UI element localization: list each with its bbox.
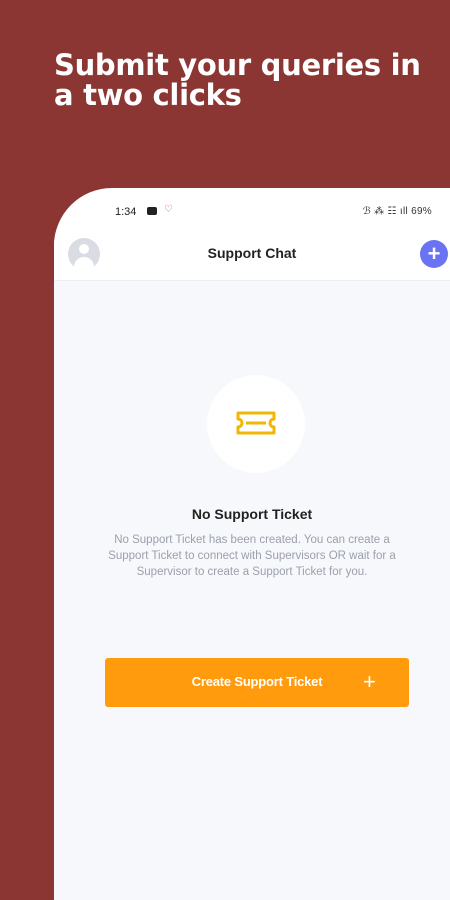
- add-ticket-button[interactable]: +: [420, 240, 448, 268]
- app-notification-icon: ♡: [164, 204, 173, 215]
- phone-frame: 1:34 ♡ ℬ ⁂ ☷ ıll 69% Support Chat + No S…: [54, 188, 450, 900]
- empty-state-description: No Support Ticket has been created. You …: [108, 534, 396, 578]
- ticket-icon: [236, 411, 276, 435]
- page-title: Support Chat: [207, 245, 297, 261]
- empty-state-title: No Support Ticket: [191, 506, 313, 522]
- app-bar: Support Chat +: [54, 230, 450, 281]
- create-support-ticket-button[interactable]: Create Support Ticket +: [105, 658, 409, 707]
- status-bar: 1:34 ♡ ℬ ⁂ ☷ ıll 69%: [54, 188, 450, 230]
- status-indicators: ℬ ⁂ ☷ ıll 69%: [362, 206, 432, 217]
- plus-icon: +: [363, 669, 376, 694]
- main-content: No Support Ticket No Support Ticket has …: [54, 281, 450, 900]
- empty-state-illustration: [207, 375, 305, 473]
- status-time: 1:34: [115, 206, 137, 218]
- plus-icon: +: [427, 241, 441, 266]
- promo-headline: Submit your queries in a two clicks: [54, 48, 421, 112]
- notification-icon: [147, 207, 157, 215]
